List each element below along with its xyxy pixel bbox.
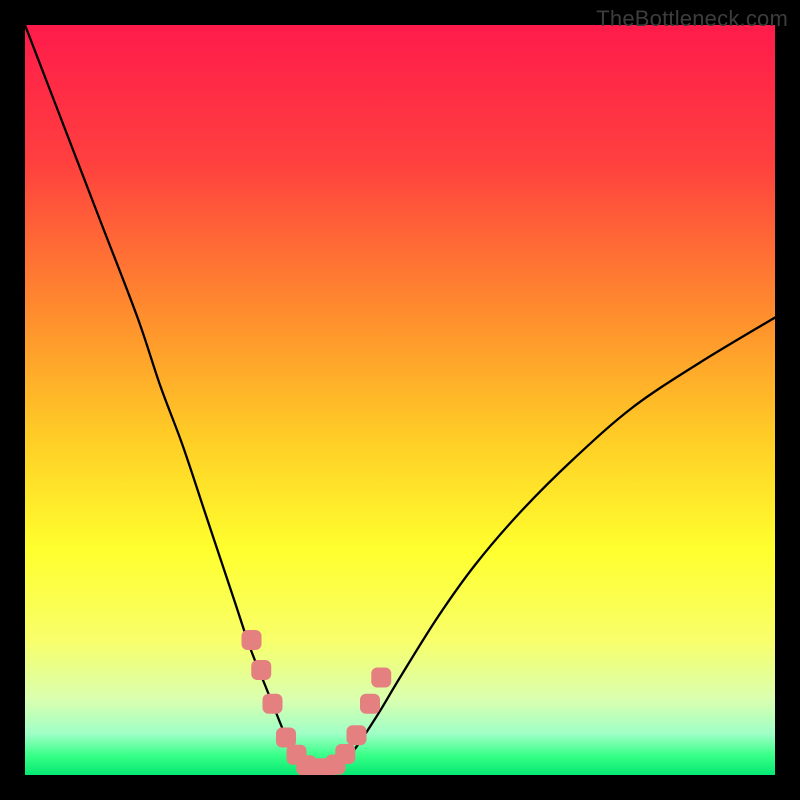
watermark-text: TheBottleneck.com [596,6,788,32]
highlight-marker [276,728,296,748]
highlight-marker [242,630,262,650]
plot-area [25,25,775,775]
bottleneck-curve [25,25,775,771]
chart-svg [25,25,775,775]
highlight-markers [242,630,392,775]
highlight-marker [371,668,391,688]
highlight-marker [251,660,271,680]
outer-black-frame: TheBottleneck.com [0,0,800,800]
highlight-marker [347,725,367,745]
highlight-marker [335,744,355,764]
highlight-marker [263,694,283,714]
highlight-marker [360,694,380,714]
